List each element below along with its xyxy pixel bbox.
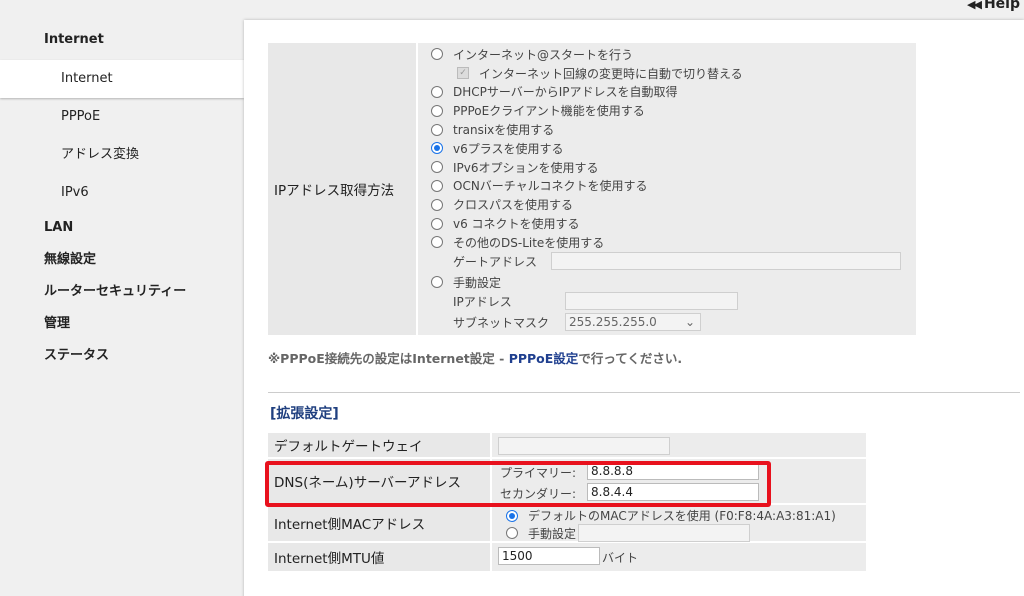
- option-v6connect[interactable]: v6 コネクトを使用する: [431, 214, 916, 233]
- ip-method-options: インターネット@スタートを行う ✓ インターネット回線の変更時に自動で切り替える …: [418, 43, 916, 335]
- dns-highlight-box: [265, 461, 771, 507]
- option-other-dslite[interactable]: その他のDS-Liteを使用する: [431, 233, 916, 252]
- ip-method-label: IPアドレス取得方法: [268, 43, 418, 335]
- sidebar-item-internet[interactable]: Internet: [0, 60, 244, 98]
- default-gateway-input[interactable]: [498, 437, 670, 455]
- radio-icon[interactable]: [431, 85, 443, 98]
- option-dhcp[interactable]: DHCPサーバーからIPアドレスを自動取得: [431, 83, 916, 102]
- sidebar-item-status[interactable]: ステータス: [0, 340, 244, 372]
- ip-input[interactable]: [565, 292, 738, 311]
- radio-icon[interactable]: [431, 161, 443, 174]
- main-panel: IPアドレス取得方法 インターネット@スタートを行う ✓ インターネット回線の変更…: [244, 20, 1024, 596]
- extended-settings-title: [拡張設定]: [270, 406, 339, 422]
- option-transix[interactable]: transixを使用する: [431, 120, 916, 139]
- double-arrow-left-icon: ◀◀: [967, 0, 982, 11]
- mac-default-option[interactable]: デフォルトのMACアドレスを使用 (F0:F8:4A:A3:81:A1): [506, 507, 836, 524]
- subnet-label: サブネットマスク: [453, 315, 550, 330]
- help-label: Help: [983, 0, 1020, 12]
- option-auto-switch: ✓ インターネット回線の変更時に自動で切り替える: [431, 64, 916, 83]
- radio-icon[interactable]: [431, 276, 443, 289]
- radio-icon[interactable]: [431, 48, 443, 61]
- ip-row: IPアドレス: [431, 292, 916, 311]
- mtu-unit: バイト: [602, 551, 639, 565]
- mtu-input[interactable]: 1500: [498, 547, 600, 565]
- radio-selected-icon[interactable]: [506, 509, 518, 522]
- sidebar-item-wireless[interactable]: 無線設定: [0, 244, 244, 276]
- radio-selected-icon[interactable]: [431, 142, 443, 155]
- chevron-down-icon: ⌄: [684, 315, 695, 330]
- mtu-row: Internet側MTU値 1500 バイト: [268, 543, 866, 571]
- option-ocn[interactable]: OCNバーチャルコネクトを使用する: [431, 177, 916, 196]
- option-manual[interactable]: 手動設定: [431, 273, 916, 292]
- sidebar-item-router-security[interactable]: ルーターセキュリティー: [0, 276, 244, 308]
- gateway-row: ゲートアドレス: [431, 252, 916, 271]
- option-crosspass[interactable]: クロスパスを使用する: [431, 195, 916, 214]
- default-gateway-label: デフォルトゲートウェイ: [268, 433, 492, 457]
- default-gateway-row: デフォルトゲートウェイ: [268, 433, 866, 459]
- option-pppoe[interactable]: PPPoEクライアント機能を使用する: [431, 101, 916, 120]
- option-ipv6-option[interactable]: IPv6オプションを使用する: [431, 158, 916, 177]
- option-v6plus[interactable]: v6プラスを使用する: [431, 139, 916, 158]
- help-link[interactable]: ◀◀ Help: [967, 0, 1020, 12]
- sidebar-item-internet-header[interactable]: Internet: [0, 20, 244, 60]
- sidebar-item-admin[interactable]: 管理: [0, 308, 244, 340]
- option-internet-start[interactable]: インターネット@スタートを行う: [431, 45, 916, 64]
- sidebar-item-lan[interactable]: LAN: [0, 212, 244, 244]
- subnet-row: サブネットマスク 255.255.255.0 ⌄: [431, 313, 916, 332]
- gateway-input[interactable]: [551, 252, 901, 271]
- sidebar-item-ipv6[interactable]: IPv6: [0, 174, 244, 212]
- pppoe-note: ※PPPoE接続先の設定はInternet設定 - PPPoE設定で行ってくださ…: [268, 351, 683, 366]
- mac-row: Internet側MACアドレス デフォルトのMACアドレスを使用 (F0:F8…: [268, 505, 866, 543]
- sidebar: Internet Internet PPPoE アドレス変換 IPv6 LAN …: [0, 20, 244, 372]
- section-divider: [268, 392, 1020, 393]
- ip-method-table: IPアドレス取得方法 インターネット@スタートを行う ✓ インターネット回線の変更…: [268, 43, 916, 335]
- radio-icon[interactable]: [506, 527, 518, 539]
- sidebar-item-pppoe[interactable]: PPPoE: [0, 98, 244, 136]
- subnet-select[interactable]: 255.255.255.0 ⌄: [565, 313, 701, 332]
- mtu-label: Internet側MTU値: [268, 543, 492, 571]
- mac-manual-input[interactable]: [578, 524, 751, 542]
- radio-icon[interactable]: [431, 198, 443, 211]
- radio-icon[interactable]: [431, 104, 443, 117]
- radio-icon[interactable]: [431, 179, 443, 192]
- gateway-label: ゲートアドレス: [453, 254, 538, 269]
- mac-manual-option[interactable]: 手動設定: [506, 524, 751, 542]
- ip-label: IPアドレス: [453, 294, 512, 309]
- radio-icon[interactable]: [431, 123, 443, 136]
- radio-icon[interactable]: [431, 217, 443, 230]
- checkbox-icon: ✓: [457, 67, 469, 80]
- radio-icon[interactable]: [431, 236, 443, 249]
- mac-label: Internet側MACアドレス: [268, 505, 492, 541]
- sidebar-item-nat[interactable]: アドレス変換: [0, 136, 244, 174]
- pppoe-settings-link[interactable]: PPPoE設定: [509, 351, 579, 366]
